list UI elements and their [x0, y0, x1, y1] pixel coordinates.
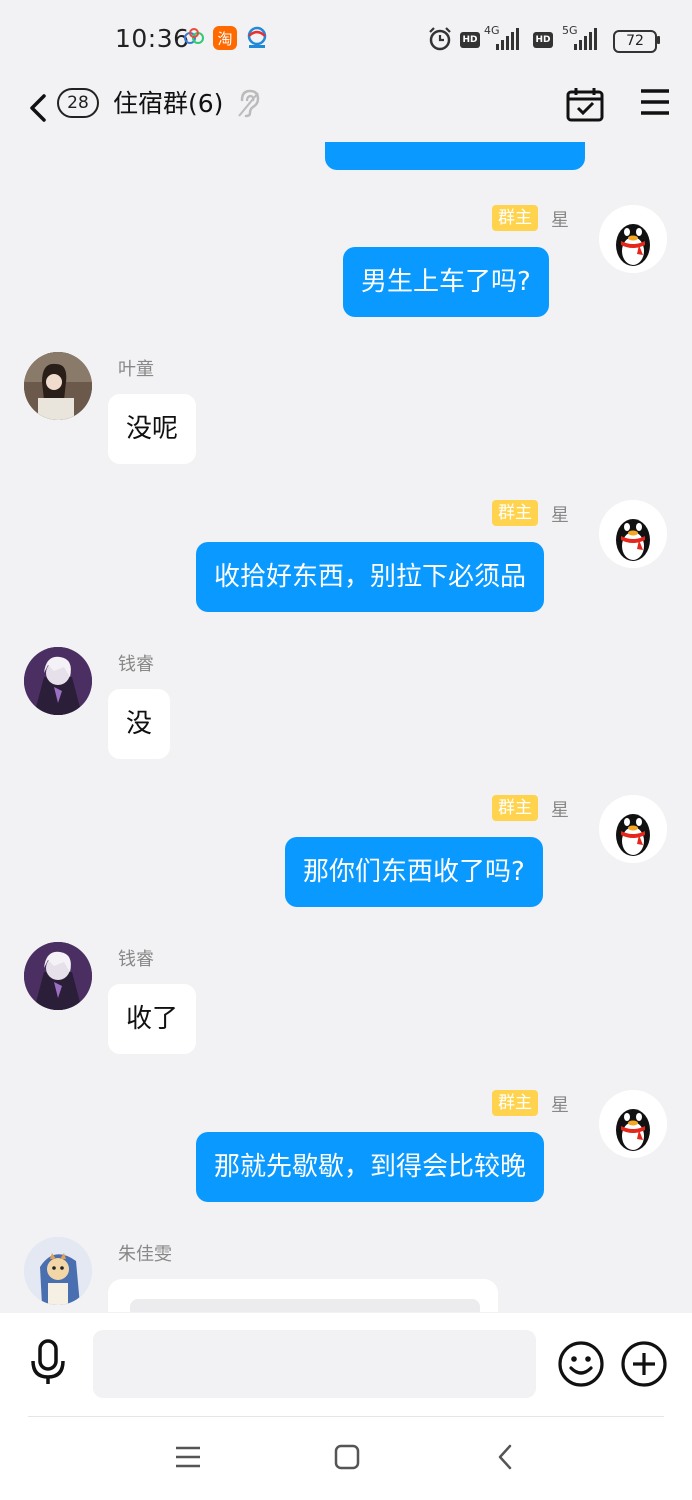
- message-input[interactable]: [93, 1330, 536, 1398]
- sender-name: 星: [551, 505, 569, 526]
- sender-name: 钱睿: [118, 949, 154, 970]
- china-mobile-icon: [245, 26, 269, 54]
- emoji-icon[interactable]: [557, 1340, 605, 1392]
- plus-icon[interactable]: [620, 1340, 668, 1392]
- microphone-icon[interactable]: [28, 1337, 68, 1391]
- input-bar: [0, 1313, 692, 1417]
- message-bubble[interactable]: 收了: [108, 984, 197, 1054]
- sender-name: 朱佳雯: [118, 1244, 172, 1265]
- owner-badge: 群主: [492, 205, 538, 231]
- message-bubble[interactable]: 那你们东西收了吗?: [285, 837, 543, 907]
- message-bubble[interactable]: 没: [108, 689, 171, 759]
- sender-name: 星: [551, 800, 569, 821]
- penguin-avatar[interactable]: [599, 1090, 667, 1158]
- status-time: 10:36: [115, 24, 190, 53]
- hd-badge-1: HD: [460, 32, 480, 48]
- status-bar: 10:36 淘 HD 4G HD 5G 72: [0, 0, 692, 78]
- sender-name: 钱睿: [118, 654, 154, 675]
- ear-icon: [236, 88, 262, 122]
- battery-tip: [657, 36, 660, 44]
- group-title[interactable]: 住宿群(6): [113, 84, 223, 120]
- cloud-icon: [183, 26, 205, 52]
- alarm-icon: [427, 26, 453, 56]
- sender-name: 星: [551, 210, 569, 231]
- recents-icon[interactable]: [174, 1443, 202, 1475]
- system-nav-bar: [0, 1417, 692, 1500]
- user-avatar-qianrui[interactable]: [24, 647, 92, 715]
- message-bubble[interactable]: 那就先歇歇，到得会比较晚: [196, 1132, 545, 1202]
- message-bubble-partial[interactable]: [325, 142, 585, 170]
- owner-badge: 群主: [492, 1090, 538, 1116]
- menu-icon[interactable]: [640, 88, 670, 120]
- penguin-avatar[interactable]: [599, 500, 667, 568]
- signal-icon-1: [496, 28, 519, 50]
- home-icon[interactable]: [333, 1443, 361, 1475]
- calendar-check-icon[interactable]: [566, 86, 604, 126]
- battery-icon: 72: [613, 30, 657, 53]
- unread-count-badge[interactable]: 28: [57, 88, 99, 118]
- message-bubble[interactable]: 收拾好东西，别拉下必须品: [196, 542, 545, 612]
- message-card-partial[interactable]: [108, 1279, 498, 1312]
- sender-name: 星: [551, 1095, 569, 1116]
- hd-badge-2: HD: [533, 32, 553, 48]
- sender-name: 叶童: [118, 359, 154, 380]
- user-avatar-zhujiawen[interactable]: [24, 1237, 92, 1305]
- owner-badge: 群主: [492, 795, 538, 821]
- signal-icon-2: [574, 28, 597, 50]
- svg-text:淘: 淘: [217, 30, 232, 48]
- user-avatar-qianrui[interactable]: [24, 942, 92, 1010]
- user-avatar-yetong[interactable]: [24, 352, 92, 420]
- back-nav-icon[interactable]: [492, 1443, 520, 1475]
- message-bubble[interactable]: 男生上车了吗?: [343, 247, 549, 317]
- penguin-avatar[interactable]: [599, 795, 667, 863]
- card-preview-placeholder: [130, 1299, 480, 1312]
- back-icon[interactable]: [26, 88, 56, 128]
- penguin-avatar[interactable]: [599, 205, 667, 273]
- chat-header: 28 住宿群(6): [0, 78, 692, 142]
- message-bubble[interactable]: 没呢: [108, 394, 197, 464]
- owner-badge: 群主: [492, 500, 538, 526]
- taobao-icon: 淘: [213, 26, 237, 54]
- chat-message-list[interactable]: 群主 星 男生上车了吗? 叶童 没呢 群主 星 收拾好东西，别拉下必须品 钱睿 …: [0, 142, 692, 1312]
